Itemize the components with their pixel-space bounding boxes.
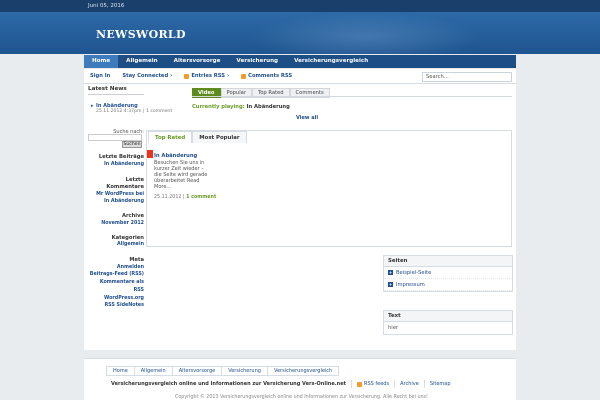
currently-playing-title[interactable]: In Abänderung: [247, 104, 290, 110]
nav-altersvorsorge[interactable]: Altersvorsorge: [166, 55, 229, 68]
rated-tabs: Top Rated Most Popular: [148, 131, 247, 143]
tab-top-rated-posts[interactable]: Top Rated: [148, 131, 193, 143]
rss-icon: [356, 381, 362, 387]
comments-rss-link[interactable]: Comments RSS: [235, 73, 298, 79]
search-submit-button[interactable]: Suchen: [122, 141, 142, 148]
latest-news-widget: Latest News: [88, 86, 144, 95]
footer-nav-versicherung[interactable]: Versicherung: [221, 366, 268, 376]
red-marker-icon: [147, 150, 153, 158]
footer-links: Versicherungsvergleich online und Inform…: [106, 380, 456, 388]
pages-heading: Seiten: [384, 256, 512, 267]
main-nav: Home Allgemein Altersvorsorge Versicheru…: [84, 55, 516, 68]
recent-comments-heading-1: Letzte: [125, 177, 144, 183]
page-link-beispiel[interactable]: + Beispiel-Seite: [384, 267, 512, 279]
rated-post-comments-link[interactable]: 1 comment: [186, 195, 216, 200]
latest-news-meta: 25.11.2012 4:37pm | 1 comment: [96, 109, 173, 114]
meta-login-link[interactable]: Anmelden: [117, 265, 144, 270]
footer-sitemap-link[interactable]: Sitemap: [425, 380, 456, 388]
meta-comments-feed-link-2[interactable]: RSS: [134, 288, 144, 293]
chevron-right-icon: ›: [170, 73, 173, 79]
recent-posts-heading: Letzte Beiträge: [98, 154, 144, 160]
rated-post-meta: 25.11.2012 | 1 comment: [154, 195, 217, 200]
copyright-text: Copyright © 2013 Versicherungsvergleich …: [175, 395, 428, 400]
nav-allgemein[interactable]: Allgemein: [118, 55, 165, 68]
chevron-right-icon: ›: [227, 73, 230, 79]
meta-posts-feed-link[interactable]: Beitrags-Feed (RSS): [90, 272, 144, 277]
footer-nav-home[interactable]: Home: [106, 366, 135, 376]
nav-versicherungsvergleich[interactable]: Versicherungsvergleich: [286, 55, 376, 68]
categories-heading: Kategorien: [111, 235, 144, 241]
archive-heading: Archive: [121, 213, 144, 219]
meta-sidenotes-link[interactable]: RSS SideNotes: [104, 303, 144, 308]
arrow-bullet-icon: ▸: [91, 103, 94, 109]
footer-tagline: Versicherungsvergleich online und Inform…: [106, 380, 352, 388]
rated-post-excerpt: Besuchen Sie uns in kurzer Zeit wieder –…: [154, 160, 208, 190]
pages-widget: Seiten + Beispiel-Seite + Impressum: [383, 255, 513, 292]
globe-background-icon: [250, 12, 480, 54]
entries-rss-link[interactable]: Entries RSS ›: [178, 73, 235, 79]
page-link-impressum[interactable]: + Impressum: [384, 279, 512, 291]
nav-versicherung[interactable]: Versicherung: [228, 55, 286, 68]
recent-comment-author[interactable]: Mr WordPress bei: [96, 192, 144, 197]
sign-in-link[interactable]: Sign In: [84, 73, 116, 79]
text-body: hier: [388, 325, 399, 331]
top-date-bar: Juni 05, 2016: [0, 0, 600, 12]
footer-archive-link[interactable]: Archive: [395, 380, 425, 388]
rss-icon: [184, 73, 190, 79]
archive-link[interactable]: November 2012: [101, 221, 144, 226]
view-all-link[interactable]: View all: [296, 115, 318, 121]
footer-nav-allgemein[interactable]: Allgemein: [133, 366, 173, 376]
tab-most-popular[interactable]: Most Popular: [192, 131, 247, 143]
footer-nav-altersvorsorge[interactable]: Altersvorsorge: [171, 366, 223, 376]
currently-playing: Currently playing: In Abänderung: [192, 104, 290, 110]
footer-rss-link[interactable]: RSS feeds: [352, 380, 396, 388]
search-input[interactable]: Search...: [422, 72, 512, 82]
text-heading: Text: [384, 311, 512, 322]
category-link[interactable]: Allgemein: [117, 242, 144, 247]
current-date: Juni 05, 2016: [88, 3, 125, 9]
tab-divider: [192, 96, 512, 97]
footer-nav: Home Allgemein Altersvorsorge Versicheru…: [106, 366, 340, 376]
latest-news-heading: Latest News: [88, 86, 144, 95]
recent-post-link[interactable]: In Abänderung: [104, 162, 144, 167]
rated-post-title[interactable]: In Abänderung: [154, 153, 197, 159]
recent-comment-post[interactable]: In Abänderung: [104, 199, 144, 204]
footer-nav-versicherungsvergleich[interactable]: Versicherungsvergleich: [266, 366, 340, 376]
site-header: NEWSWORLD: [0, 12, 600, 54]
plus-icon: +: [388, 282, 393, 287]
sidebar-search-input[interactable]: [88, 134, 142, 141]
latest-news-comment-link[interactable]: 1 comment: [146, 109, 172, 114]
stay-connected-link[interactable]: Stay Connected ›: [116, 73, 178, 79]
plus-icon: +: [388, 270, 393, 275]
meta-heading: Meta: [129, 257, 144, 263]
meta-wordpress-link[interactable]: WordPress.org: [104, 296, 144, 301]
rss-icon: [241, 73, 247, 79]
site-logo[interactable]: NEWSWORLD: [96, 28, 186, 41]
meta-comments-feed-link-1[interactable]: Kommentare als: [100, 280, 144, 285]
recent-comments-heading-2: Kommentare: [106, 184, 144, 190]
text-widget: Text hier: [383, 310, 513, 335]
nav-home[interactable]: Home: [84, 55, 119, 68]
site-footer: [84, 358, 516, 400]
